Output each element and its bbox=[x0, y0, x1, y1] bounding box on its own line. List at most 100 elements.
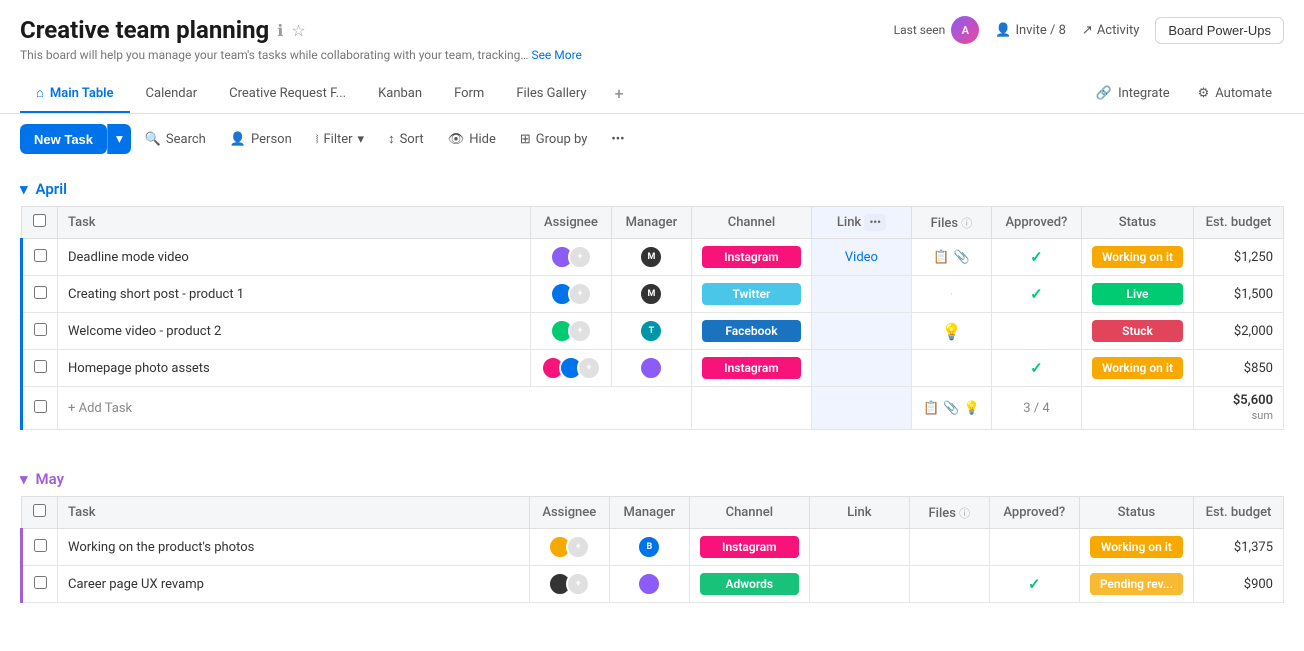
may-row1-link[interactable] bbox=[809, 529, 909, 566]
checkbox-row1[interactable] bbox=[34, 249, 47, 262]
add-task-approved-summary: 3 / 4 bbox=[991, 387, 1081, 430]
new-task-dropdown-button[interactable]: ▾ bbox=[107, 124, 131, 154]
may-group-header[interactable]: ▾ May bbox=[20, 470, 1284, 488]
add-task-label[interactable]: + Add Task bbox=[58, 387, 692, 430]
files-info-icon-may[interactable]: ⓘ bbox=[959, 507, 970, 520]
group-by-button[interactable]: ⊞ Group by bbox=[510, 126, 598, 153]
filter-button[interactable]: ⧘ Filter ▾ bbox=[306, 126, 374, 153]
activity-button[interactable]: ↗ Activity bbox=[1082, 23, 1139, 38]
row2-check[interactable] bbox=[22, 276, 58, 313]
manager-avatar: M bbox=[639, 282, 663, 306]
add-assignee-btn[interactable]: + bbox=[577, 356, 601, 380]
new-task-button[interactable]: New Task bbox=[20, 124, 107, 154]
row1-files: 📋 📎 bbox=[911, 239, 991, 276]
april-group: ▾ April bbox=[0, 164, 1304, 198]
may-row-2: Career page UX revamp + Adwords ✓ bbox=[22, 566, 1284, 603]
may-row2-approved: ✓ bbox=[989, 566, 1079, 603]
person-filter-button[interactable]: 👤 Person bbox=[220, 126, 302, 153]
add-assignee-btn[interactable]: + bbox=[568, 282, 592, 306]
header-actions: Last seen A 👤 Invite / 8 ↗ Activity Boar… bbox=[894, 16, 1284, 44]
may-row2-status: Pending rev... bbox=[1079, 566, 1193, 603]
may-row2-channel: Adwords bbox=[689, 566, 809, 603]
channel-badge: Instagram bbox=[702, 357, 801, 379]
avatar: A bbox=[951, 16, 979, 44]
checkbox-all-april[interactable] bbox=[33, 214, 46, 227]
chevron-down-icon: ▾ bbox=[20, 180, 28, 198]
files-info-icon[interactable]: ⓘ bbox=[961, 217, 972, 230]
integrate-button[interactable]: 🔗 Integrate bbox=[1084, 80, 1182, 107]
april-group-header[interactable]: ▾ April bbox=[20, 180, 1284, 198]
board-description: This board will help you manage your tea… bbox=[20, 48, 1284, 62]
may-header-row: Task Assignee Manager Channel Link Files… bbox=[22, 497, 1284, 529]
row2-approved: ✓ bbox=[991, 276, 1081, 313]
row3-link[interactable] bbox=[811, 313, 911, 350]
may-row1-manager: B bbox=[609, 529, 689, 566]
may-table: Task Assignee Manager Channel Link Files… bbox=[0, 496, 1304, 603]
automate-button[interactable]: ⚙ Automate bbox=[1186, 80, 1284, 107]
tab-main-table[interactable]: ⌂ Main Table bbox=[20, 75, 130, 113]
files-purple-icon: 📎 bbox=[943, 401, 959, 416]
search-button[interactable]: 🔍 Search bbox=[135, 126, 216, 153]
may-row1-budget: $1,375 bbox=[1194, 529, 1284, 566]
col-budget-april: Est. budget bbox=[1194, 207, 1284, 239]
may-row2-files bbox=[909, 566, 989, 603]
light-icon: 💡 bbox=[964, 401, 980, 416]
april-budget-summary: $5,600 sum bbox=[1194, 387, 1284, 430]
see-more-link[interactable]: See More bbox=[531, 48, 581, 62]
new-task-button-group: New Task ▾ bbox=[20, 124, 131, 154]
col-approved-may: Approved? bbox=[989, 497, 1079, 529]
may-row2-assignee: + bbox=[529, 566, 609, 603]
check-all-april[interactable] bbox=[22, 207, 58, 239]
row1-task: Deadline mode video bbox=[58, 239, 531, 276]
tab-kanban[interactable]: Kanban bbox=[362, 76, 438, 113]
row1-assignee: + bbox=[530, 239, 611, 276]
row3-task: Welcome video - product 2 bbox=[58, 313, 531, 350]
row4-link[interactable] bbox=[811, 350, 911, 387]
col-channel-april: Channel bbox=[691, 207, 811, 239]
add-task-check[interactable] bbox=[22, 387, 58, 430]
tab-creative-request[interactable]: Creative Request F... bbox=[213, 76, 362, 113]
add-tab-button[interactable]: + bbox=[603, 74, 636, 113]
april-table: Task Assignee Manager Channel Link ••• F… bbox=[0, 206, 1304, 430]
may-row2-link[interactable] bbox=[809, 566, 909, 603]
col-files-april: Files ⓘ bbox=[911, 207, 991, 239]
tab-form[interactable]: Form bbox=[438, 76, 500, 113]
col-manager-may: Manager bbox=[609, 497, 689, 529]
row2-link[interactable] bbox=[811, 276, 911, 313]
col-link-may: Link bbox=[809, 497, 909, 529]
hide-button[interactable]: 👁 Hide bbox=[438, 126, 506, 153]
col-status-april: Status bbox=[1081, 207, 1193, 239]
add-assignee-btn[interactable]: + bbox=[568, 245, 592, 269]
filter-icon: ⧘ bbox=[316, 132, 319, 147]
star-icon[interactable]: ☆ bbox=[291, 21, 305, 40]
invite-button[interactable]: 👤 Invite / 8 bbox=[995, 23, 1066, 38]
tab-files-gallery[interactable]: Files Gallery bbox=[500, 76, 602, 113]
add-assignee-btn[interactable]: + bbox=[568, 319, 592, 343]
more-options-button[interactable]: ••• bbox=[601, 126, 634, 153]
row1-link[interactable]: Video bbox=[811, 239, 911, 276]
add-assignee-btn[interactable]: + bbox=[566, 572, 590, 596]
row4-check[interactable] bbox=[22, 350, 58, 387]
check-all-may[interactable] bbox=[22, 497, 58, 529]
board-powerups-button[interactable]: Board Power-Ups bbox=[1155, 17, 1284, 44]
chevron-down-icon: ▾ bbox=[20, 470, 28, 488]
may-row2-check[interactable] bbox=[22, 566, 58, 603]
manager-avatar: T bbox=[639, 319, 663, 343]
row4-status: Working on it bbox=[1081, 350, 1193, 387]
group-by-icon: ⊞ bbox=[520, 132, 531, 147]
link-more-btn[interactable]: ••• bbox=[864, 214, 886, 231]
may-row1-check[interactable] bbox=[22, 529, 58, 566]
row2-status: Live bbox=[1081, 276, 1193, 313]
col-manager-april: Manager bbox=[611, 207, 691, 239]
info-icon[interactable]: ℹ bbox=[277, 21, 283, 40]
row1-check[interactable] bbox=[22, 239, 58, 276]
sort-button[interactable]: ↕ Sort bbox=[378, 125, 434, 153]
status-badge: Working on it bbox=[1092, 357, 1183, 379]
row3-check[interactable] bbox=[22, 313, 58, 350]
tab-calendar[interactable]: Calendar bbox=[130, 76, 214, 113]
row4-approved: ✓ bbox=[991, 350, 1081, 387]
status-badge: Pending rev... bbox=[1090, 573, 1183, 595]
approved-check: ✓ bbox=[1030, 285, 1043, 303]
row2-channel: Twitter bbox=[691, 276, 811, 313]
add-assignee-btn[interactable]: + bbox=[566, 535, 590, 559]
